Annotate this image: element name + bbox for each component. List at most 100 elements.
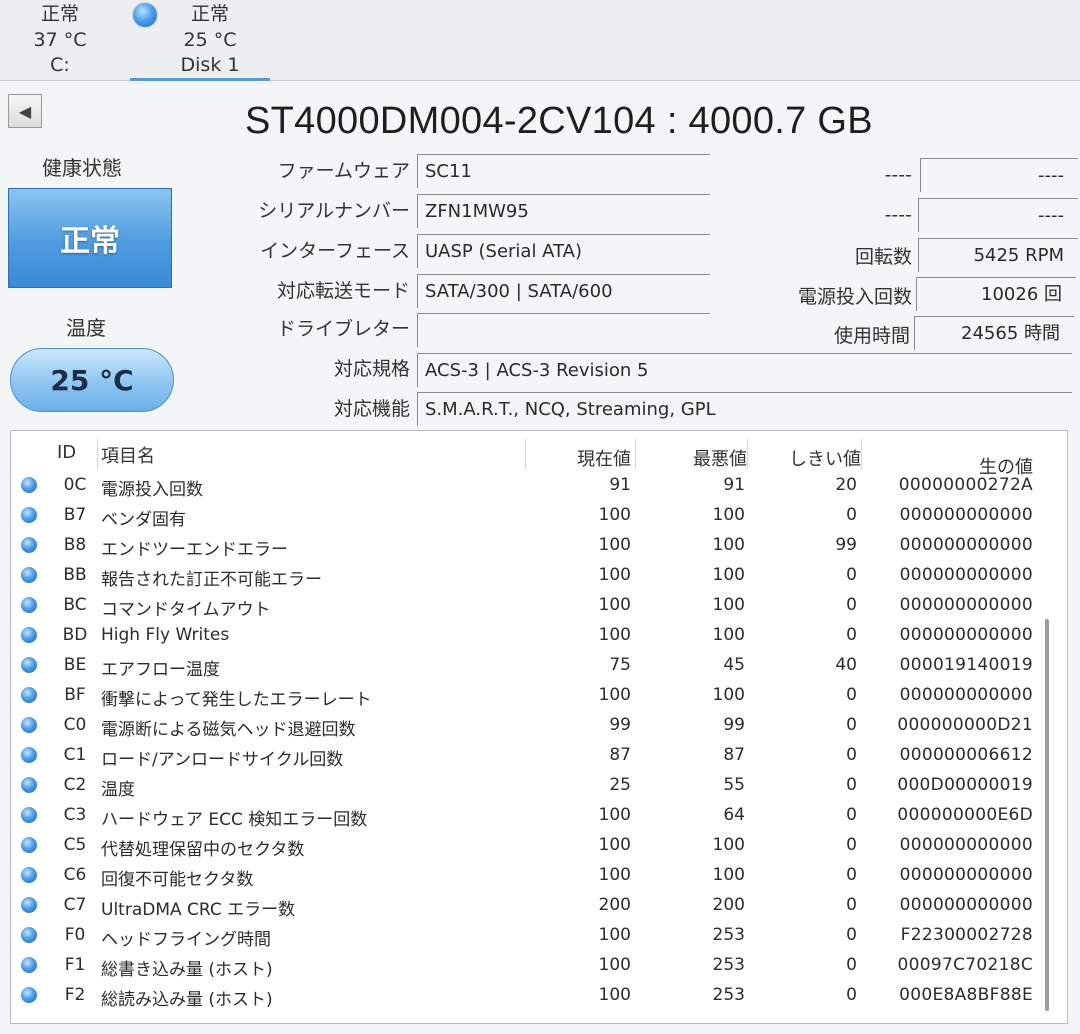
status-dot-icon	[21, 717, 37, 733]
attr-name: ロード/アンロードサイクル回数	[101, 750, 344, 770]
blank-value-1: ----	[920, 158, 1078, 192]
attr-id: F1	[64, 955, 86, 975]
previous-disk-button[interactable]: ◀	[8, 94, 42, 128]
attr-name: エンドツーエンドエラー	[101, 540, 288, 560]
attr-threshold: 0	[846, 865, 857, 885]
transfer-mode-value: SATA/300 | SATA/600	[417, 274, 710, 308]
table-row[interactable]: C6 回復不可能セクタ数 100 100 0 000000000000	[11, 861, 1067, 891]
attr-worst: 99	[723, 715, 745, 735]
attr-name: ハードウェア ECC 検知エラー回数	[101, 810, 368, 830]
attr-raw: 00000000272A	[898, 475, 1033, 495]
attr-threshold: 0	[846, 745, 857, 765]
attr-worst: 64	[723, 805, 745, 825]
header-name[interactable]: 項目名	[97, 439, 526, 469]
disk-tab-disk1[interactable]: 正常 25 °C Disk 1	[130, 0, 270, 81]
attr-raw: 000E8A8BF88E	[899, 985, 1033, 1005]
attr-threshold: 0	[846, 805, 857, 825]
attr-name: 電源投入回数	[101, 480, 203, 500]
attr-name: High Fly Writes	[101, 625, 230, 645]
attr-current: 100	[598, 835, 631, 855]
table-row[interactable]: C5 代替処理保留中のセクタ数 100 100 0 000000000000	[11, 831, 1067, 861]
table-row[interactable]: BE エアフロー温度 75 45 40 000019140019	[11, 651, 1067, 681]
attr-worst: 100	[712, 685, 745, 705]
table-row[interactable]: BC コマンドタイムアウト 100 100 0 000000000000	[11, 591, 1067, 621]
table-row[interactable]: BD High Fly Writes 100 100 0 000000000000	[11, 621, 1067, 651]
attr-id: F2	[64, 985, 86, 1005]
attr-threshold: 40	[835, 655, 857, 675]
drive-letter-label: ドライブレター	[276, 318, 410, 340]
attr-id: C1	[63, 745, 87, 765]
table-row[interactable]: BF 衝撃によって発生したエラーレート 100 100 0 000000000000	[11, 681, 1067, 711]
power-on-count-value: 10026 回	[916, 277, 1076, 311]
power-on-count-label: 電源投入回数	[797, 286, 912, 308]
disk-temp: 25 °C	[183, 29, 237, 51]
attr-raw: 000000000000	[899, 565, 1033, 585]
attr-raw: 000D00000019	[897, 775, 1033, 795]
status-dot-icon	[21, 747, 37, 763]
attr-name: 総書き込み量 (ホスト)	[101, 960, 273, 980]
attr-threshold: 20	[835, 475, 857, 495]
disk-tab-c[interactable]: 正常 37 °C C:	[20, 0, 100, 78]
status-dot-icon	[21, 837, 37, 853]
health-status-button[interactable]: 正常	[8, 188, 172, 288]
attr-current: 91	[609, 475, 631, 495]
attr-raw: 00097C70218C	[897, 955, 1033, 975]
attr-current: 100	[598, 985, 631, 1005]
attr-raw: 000000006612	[899, 745, 1033, 765]
attr-worst: 200	[712, 895, 745, 915]
serial-label: シリアルナンバー	[258, 200, 410, 222]
health-status-label: 健康状態	[42, 156, 122, 180]
attr-worst: 100	[712, 505, 745, 525]
header-worst[interactable]: 最悪値	[635, 439, 748, 470]
attr-raw: 000000000E6D	[897, 805, 1033, 825]
interface-label: インターフェース	[260, 240, 410, 262]
attr-raw: 000000000000	[899, 625, 1033, 645]
table-row[interactable]: B7 ベンダ固有 100 100 0 000000000000	[11, 501, 1067, 531]
standard-value: ACS-3 | ACS-3 Revision 5	[417, 353, 1072, 387]
temperature-label: 温度	[66, 316, 106, 340]
attr-id: BE	[63, 655, 87, 675]
transfer-mode-label: 対応転送モード	[276, 280, 410, 302]
standard-label: 対応規格	[333, 358, 410, 380]
table-scrollbar[interactable]	[1045, 619, 1049, 1011]
attr-name: 温度	[101, 780, 135, 800]
disk-bar: 正常 37 °C C: 正常 25 °C Disk 1	[0, 0, 1080, 81]
attr-current: 100	[598, 955, 631, 975]
table-row[interactable]: F2 総読み込み量 (ホスト) 100 253 0 000E8A8BF88E	[11, 981, 1067, 1011]
disk-name: C:	[50, 54, 70, 76]
attr-name: 電源断による磁気ヘッド退避回数	[101, 720, 356, 740]
temperature-button[interactable]: 25 °C	[10, 348, 174, 412]
attr-id: BB	[63, 565, 87, 585]
status-dot-icon	[21, 687, 37, 703]
attr-current: 25	[609, 775, 631, 795]
table-row[interactable]: C0 電源断による磁気ヘッド退避回数 99 99 0 000000000D21	[11, 711, 1067, 741]
status-dot-icon	[21, 597, 37, 613]
table-row[interactable]: C2 温度 25 55 0 000D00000019	[11, 771, 1067, 801]
serial-value: ZFN1MW95	[417, 194, 710, 228]
status-dot-icon	[21, 777, 37, 793]
attr-name: コマンドタイムアウト	[101, 600, 271, 620]
status-dot-icon	[21, 927, 37, 943]
attr-worst: 100	[712, 865, 745, 885]
table-row[interactable]: BB 報告された訂正不可能エラー 100 100 0 000000000000	[11, 561, 1067, 591]
attr-worst: 55	[723, 775, 745, 795]
status-dot-icon	[21, 567, 37, 583]
table-row[interactable]: C7 UltraDMA CRC エラー数 200 200 0 000000000000	[11, 891, 1067, 921]
header-current[interactable]: 現在値	[525, 439, 636, 470]
disk-status: 正常	[40, 3, 79, 25]
attr-name: エアフロー温度	[101, 660, 220, 680]
header-id[interactable]: ID	[51, 439, 98, 469]
table-row[interactable]: 0C 電源投入回数 91 91 20 00000000272A	[11, 471, 1067, 501]
attr-worst: 91	[723, 475, 745, 495]
attr-name: 代替処理保留中のセクタ数	[101, 840, 305, 860]
attr-current: 75	[609, 655, 631, 675]
table-row[interactable]: B8 エンドツーエンドエラー 100 100 99 000000000000	[11, 531, 1067, 561]
table-row[interactable]: F1 総書き込み量 (ホスト) 100 253 0 00097C70218C	[11, 951, 1067, 981]
header-threshold[interactable]: しきい値	[747, 439, 862, 470]
table-row[interactable]: C3 ハードウェア ECC 検知エラー回数 100 64 0 000000000E6D	[11, 801, 1067, 831]
attr-name: 衝撃によって発生したエラーレート	[101, 690, 372, 710]
table-row[interactable]: C1 ロード/アンロードサイクル回数 87 87 0 000000006612	[11, 741, 1067, 771]
table-row[interactable]: F0 ヘッドフライング時間 100 253 0 F22300002728	[11, 921, 1067, 951]
attr-raw: 000000000000	[899, 895, 1033, 915]
attr-threshold: 0	[846, 505, 857, 525]
